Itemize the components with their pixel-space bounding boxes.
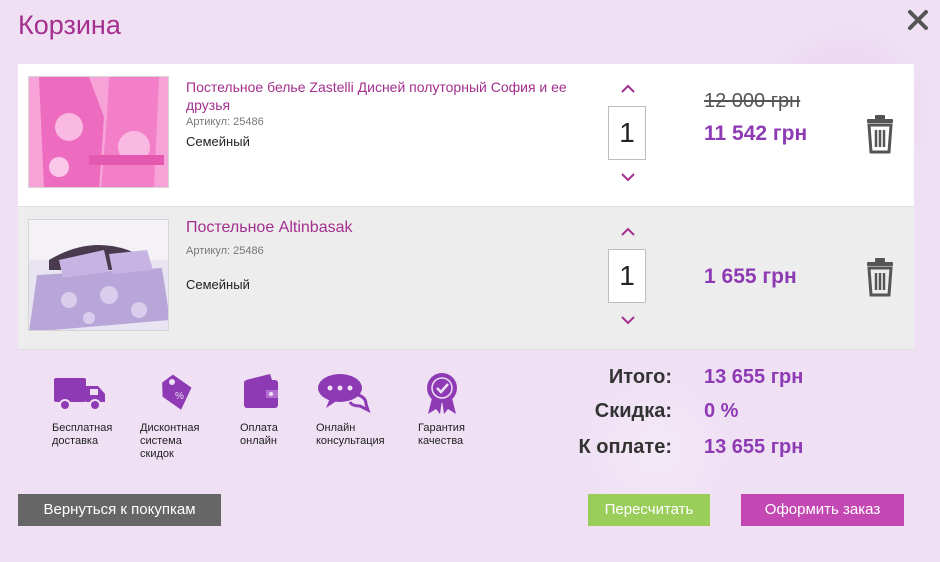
cart-list: Постельное белье Zastelli Дисней полутор… <box>18 64 914 350</box>
feature-label: Гарантия <box>418 422 465 434</box>
quantity-input[interactable]: 1 <box>608 106 646 160</box>
discount-label: Скидка: <box>594 400 672 422</box>
old-price: 12 000 грн <box>704 90 801 112</box>
discount-tag-icon: % <box>140 372 230 416</box>
feature-label: консультация <box>316 435 385 447</box>
qty-increase-button[interactable] <box>618 225 638 239</box>
product-sku: Артикул: 25486 <box>186 116 264 128</box>
recalculate-button[interactable]: Пересчитать <box>588 494 710 526</box>
close-icon[interactable] <box>906 8 930 32</box>
chat-icon <box>316 372 406 416</box>
qty-increase-button[interactable] <box>618 82 638 96</box>
total-value: 13 655 грн <box>704 366 804 388</box>
feature-label: доставка <box>52 435 99 447</box>
item-price: 11 542 грн <box>704 122 808 145</box>
cart-item: Постельное Altinbasak Артикул: 25486 Сем… <box>18 207 914 350</box>
delete-icon[interactable] <box>864 114 896 154</box>
pay-label: К оплате: <box>578 436 672 458</box>
quantity-input[interactable]: 1 <box>608 249 646 303</box>
product-sku: Артикул: 25486 <box>186 245 264 257</box>
discount-value: 0 % <box>704 400 739 422</box>
feature-online-consult: Онлайн консультация <box>316 372 406 448</box>
total-label: Итого: <box>608 366 672 388</box>
feature-label: Бесплатная <box>52 422 113 434</box>
feature-free-delivery: Бесплатная доставка <box>52 372 142 448</box>
place-order-button[interactable]: Оформить заказ <box>741 494 904 526</box>
feature-label: Онлайн <box>316 422 356 434</box>
feature-label: Дисконтная <box>140 422 200 434</box>
feature-discount: % Дисконтная система скидок <box>140 372 230 461</box>
item-price: 1 655 грн <box>704 265 797 288</box>
product-name[interactable]: Постельное белье Zastelli Дисней полутор… <box>186 78 576 114</box>
svg-text:%: % <box>175 391 184 402</box>
cart-item: Постельное белье Zastelli Дисней полутор… <box>18 64 914 207</box>
feature-label: система <box>140 435 182 447</box>
product-image[interactable] <box>28 76 169 188</box>
page-title: Корзина <box>18 10 121 40</box>
qty-decrease-button[interactable] <box>618 170 638 184</box>
feature-label: скидок <box>140 448 174 460</box>
back-to-shopping-button[interactable]: Вернуться к покупкам <box>18 494 221 526</box>
product-size: Семейный <box>186 277 250 292</box>
truck-icon <box>52 372 142 416</box>
product-name[interactable]: Постельное Altinbasak <box>186 219 576 237</box>
delete-icon[interactable] <box>864 257 896 297</box>
qty-decrease-button[interactable] <box>618 313 638 327</box>
pay-value: 13 655 грн <box>704 436 804 458</box>
product-size: Семейный <box>186 134 250 149</box>
product-image[interactable] <box>28 219 169 331</box>
